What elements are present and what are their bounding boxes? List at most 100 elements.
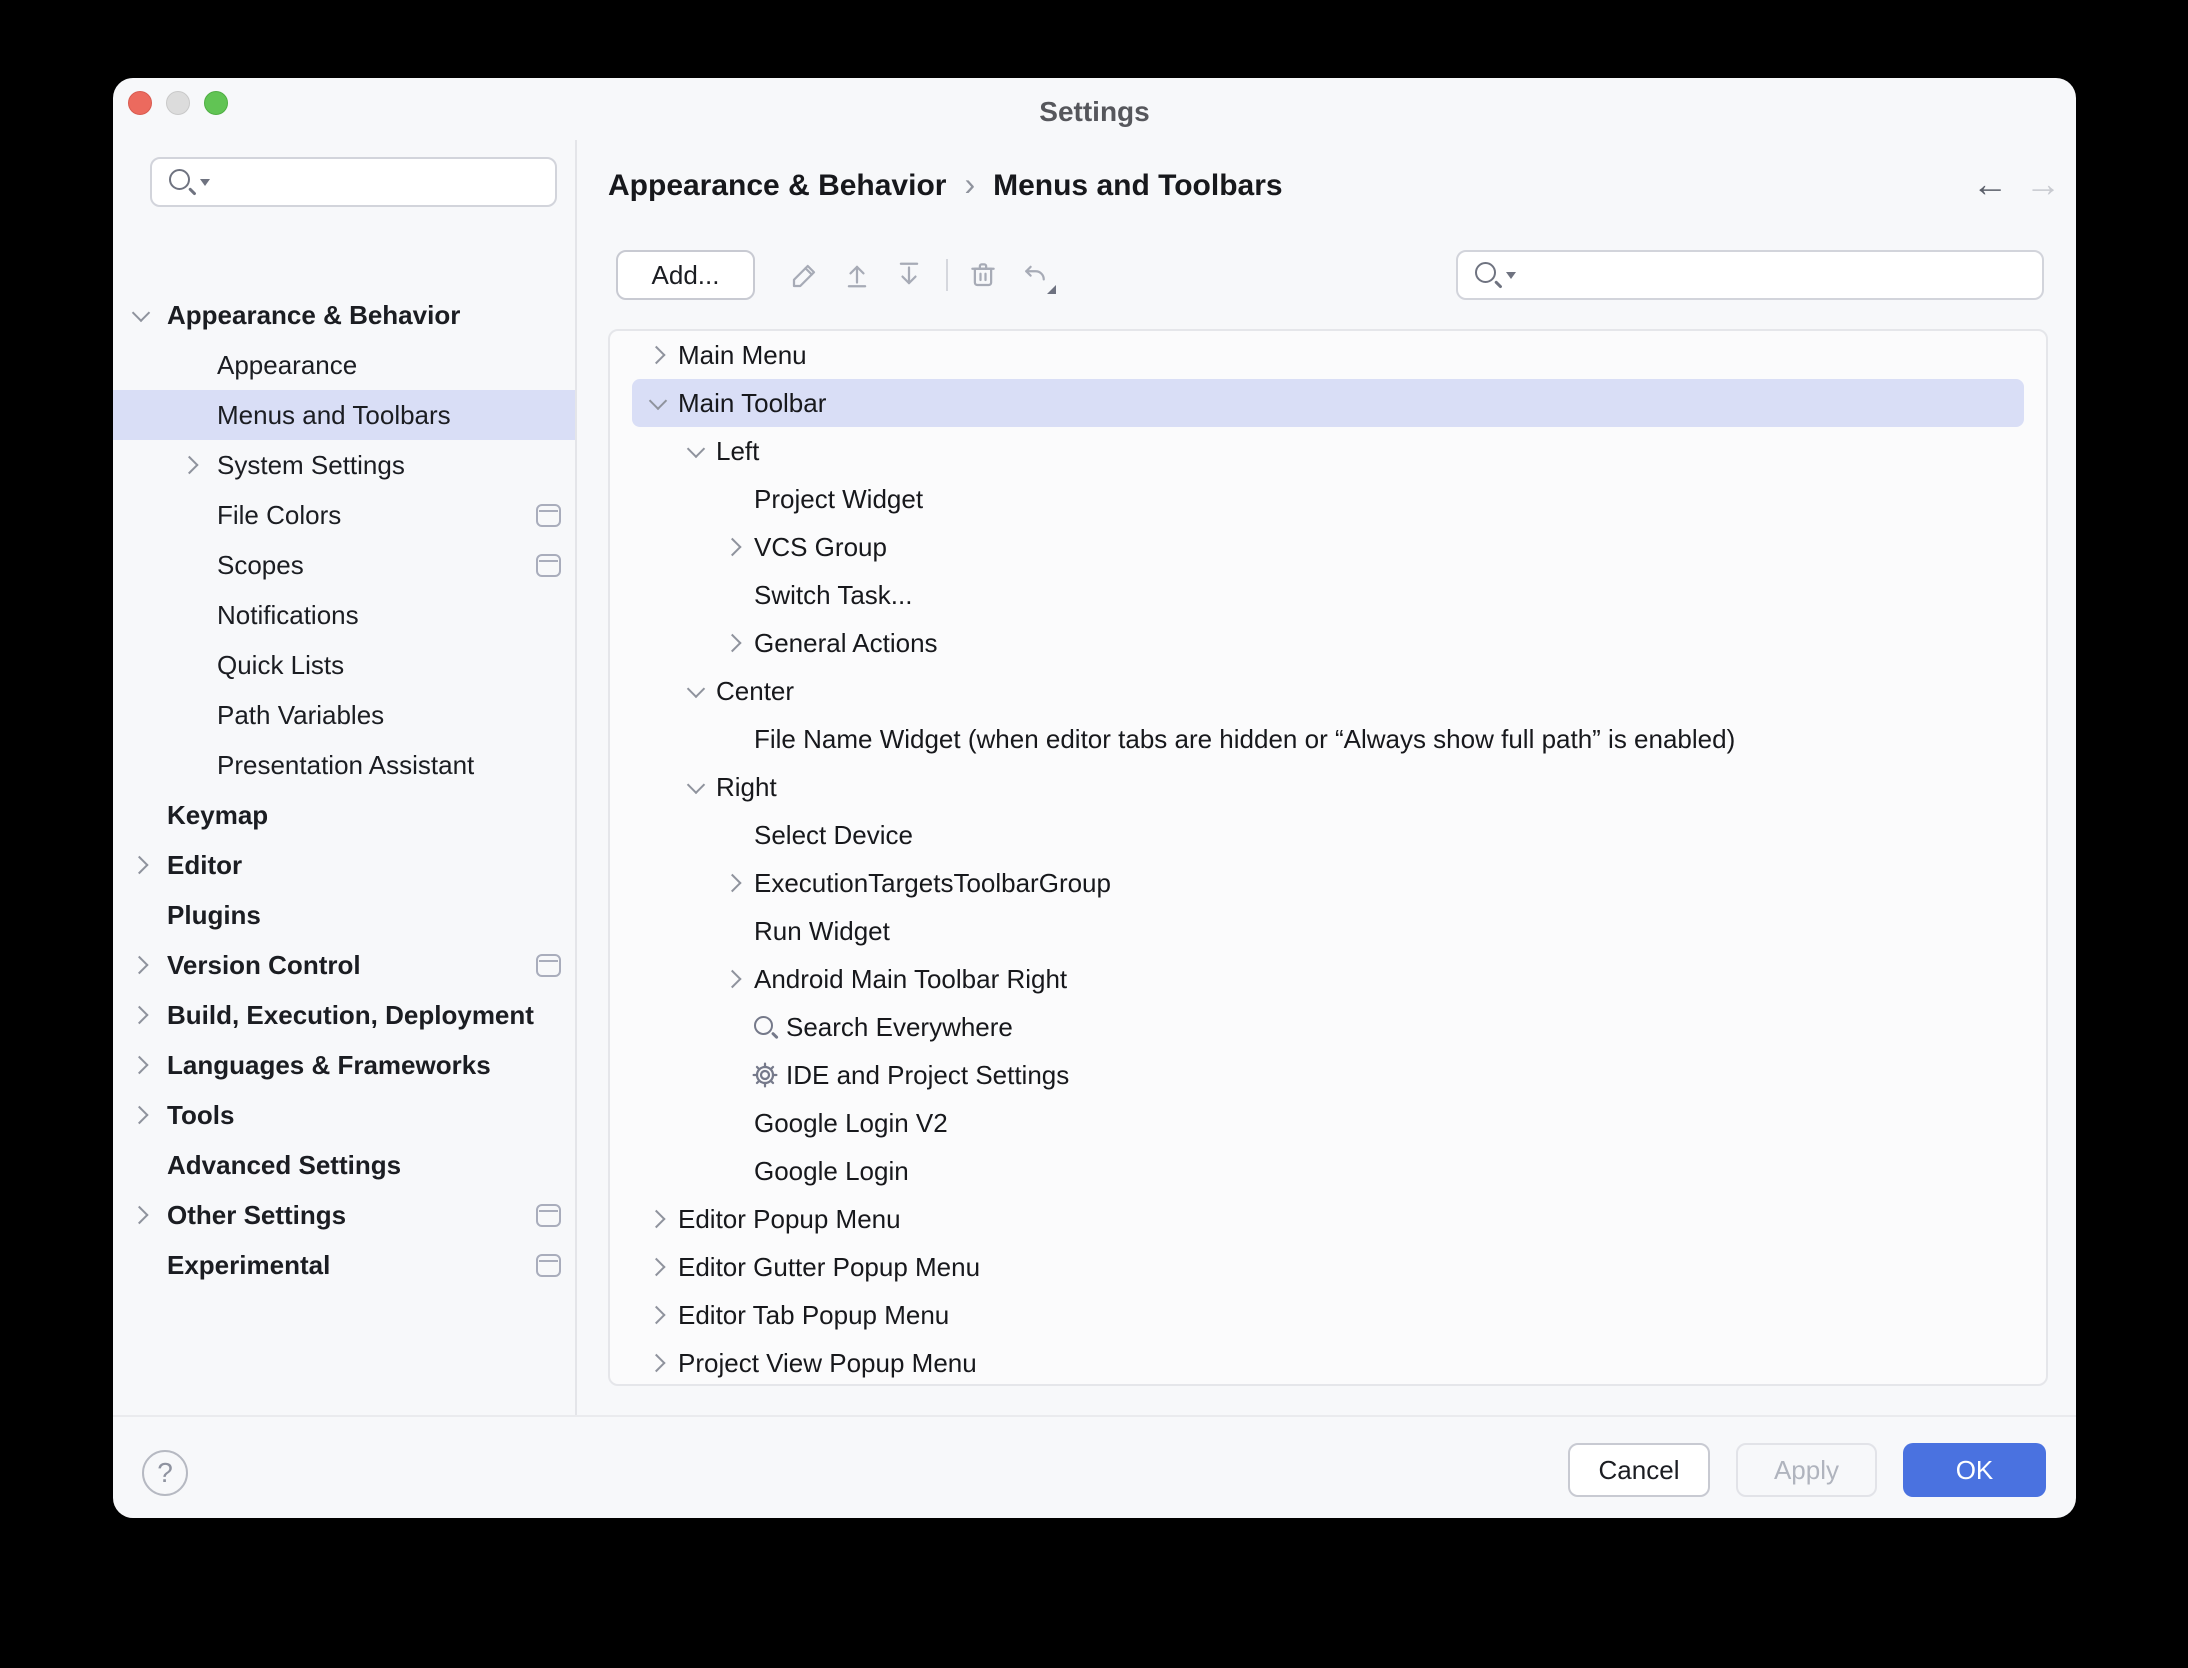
add-button[interactable]: Add... [616, 250, 755, 300]
help-button[interactable]: ? [142, 1450, 188, 1496]
tree-row-right[interactable]: Right [632, 763, 2024, 811]
apply-button[interactable]: Apply [1736, 1443, 1877, 1497]
edit-pencil-icon[interactable] [790, 260, 820, 290]
tree-row-label: Main Toolbar [678, 388, 826, 419]
sidebar-search-input[interactable] [210, 159, 565, 205]
search-options-triangle-icon[interactable] [1506, 272, 1516, 279]
tree-row-run-widget[interactable]: Run Widget [632, 907, 2024, 955]
sidebar-item-other-settings[interactable]: Other Settings [113, 1190, 575, 1240]
chevron-right-icon[interactable] [644, 1301, 672, 1329]
sidebar-item-quick-lists[interactable]: Quick Lists [113, 640, 575, 690]
search-options-triangle-icon[interactable] [200, 179, 210, 186]
sidebar-item-notifications[interactable]: Notifications [113, 590, 575, 640]
chevron-down-icon[interactable] [644, 389, 672, 417]
tree-row-google-login-v2[interactable]: Google Login V2 [632, 1099, 2024, 1147]
tree-row-label: Project Widget [754, 484, 923, 515]
sidebar-item-editor[interactable]: Editor [113, 840, 575, 890]
project-settings-icon [536, 954, 561, 977]
sidebar-item-languages-frameworks[interactable]: Languages & Frameworks [113, 1040, 575, 1090]
chevron-right-icon[interactable] [720, 533, 748, 561]
tree-row-android-main-toolbar-right[interactable]: Android Main Toolbar Right [632, 955, 2024, 1003]
move-down-icon[interactable] [894, 260, 924, 290]
sidebar-item-menus-and-toolbars[interactable]: Menus and Toolbars [113, 390, 575, 440]
sidebar-item-tools[interactable]: Tools [113, 1090, 575, 1140]
chevron-right-icon[interactable] [127, 1101, 155, 1129]
sidebar-item-keymap[interactable]: Keymap [113, 790, 575, 840]
tree-row-file-name-widget[interactable]: File Name Widget (when editor tabs are h… [632, 715, 2024, 763]
tree-row-project-widget[interactable]: Project Widget [632, 475, 2024, 523]
chevron-down-icon[interactable] [682, 437, 710, 465]
chevron-right-icon[interactable] [127, 1001, 155, 1029]
sidebar-item-label: Languages & Frameworks [167, 1050, 491, 1081]
sidebar-item-label: Presentation Assistant [217, 750, 474, 781]
back-arrow-icon[interactable]: ← [1968, 162, 2012, 206]
chevron-placeholder [177, 501, 205, 529]
chevron-right-icon[interactable] [177, 451, 205, 479]
sidebar-item-scopes[interactable]: Scopes [113, 540, 575, 590]
chevron-right-icon[interactable] [127, 851, 155, 879]
tree-row-vcs-group[interactable]: VCS Group [632, 523, 2024, 571]
sidebar-item-plugins[interactable]: Plugins [113, 890, 575, 940]
tree-row-main-menu[interactable]: Main Menu [632, 331, 2024, 379]
sidebar-item-path-variables[interactable]: Path Variables [113, 690, 575, 740]
sidebar-item-label: Editor [167, 850, 242, 881]
chevron-right-icon[interactable] [127, 1051, 155, 1079]
chevron-right-icon[interactable] [127, 951, 155, 979]
chevron-down-icon[interactable] [127, 301, 155, 329]
search-icon [750, 1012, 780, 1042]
sidebar-item-appearance[interactable]: Appearance [113, 340, 575, 390]
tree-search-field[interactable] [1456, 250, 2044, 300]
tree-row-ide-and-project-settings[interactable]: IDE and Project Settings [632, 1051, 2024, 1099]
breadcrumb-parent[interactable]: Appearance & Behavior [608, 169, 946, 203]
move-up-icon[interactable] [842, 260, 872, 290]
chevron-right-icon[interactable] [644, 341, 672, 369]
chevron-placeholder [177, 351, 205, 379]
sidebar-item-version-control[interactable]: Version Control [113, 940, 575, 990]
chevron-right-icon[interactable] [644, 1253, 672, 1281]
project-settings-icon [536, 554, 561, 577]
search-icon [166, 166, 198, 198]
chevron-down-icon[interactable] [682, 773, 710, 801]
chevron-right-icon[interactable] [720, 869, 748, 897]
tree-row-execution-targets-toolbar-group[interactable]: ExecutionTargetsToolbarGroup [632, 859, 2024, 907]
sidebar-item-appearance-behavior[interactable]: Appearance & Behavior [113, 290, 575, 340]
tree-row-main-toolbar[interactable]: Main Toolbar [632, 379, 2024, 427]
sidebar-item-label: Appearance & Behavior [167, 300, 460, 331]
cancel-button[interactable]: Cancel [1568, 1443, 1710, 1497]
sidebar-item-build-execution-deployment[interactable]: Build, Execution, Deployment [113, 990, 575, 1040]
tree-row-project-view-popup-menu[interactable]: Project View Popup Menu [632, 1339, 2024, 1386]
chevron-right-icon[interactable] [720, 965, 748, 993]
chevron-placeholder [177, 651, 205, 679]
chevron-right-icon[interactable] [644, 1205, 672, 1233]
tree-search-input[interactable] [1516, 252, 2042, 298]
chevron-right-icon[interactable] [127, 1201, 155, 1229]
tree-row-google-login[interactable]: Google Login [632, 1147, 2024, 1195]
tree-row-select-device[interactable]: Select Device [632, 811, 2024, 859]
chevron-right-icon[interactable] [720, 629, 748, 657]
revert-undo-icon[interactable] [1020, 260, 1050, 290]
sidebar-item-file-colors[interactable]: File Colors [113, 490, 575, 540]
sidebar-search-field[interactable] [150, 157, 557, 207]
forward-arrow-icon[interactable]: → [2021, 162, 2065, 206]
breadcrumb: Appearance & Behavior › Menus and Toolba… [608, 164, 1283, 208]
sidebar-item-label: Plugins [167, 900, 261, 931]
sidebar-divider [575, 140, 577, 1415]
tree-row-editor-popup-menu[interactable]: Editor Popup Menu [632, 1195, 2024, 1243]
tree-row-search-everywhere[interactable]: Search Everywhere [632, 1003, 2024, 1051]
chevron-right-icon[interactable] [644, 1349, 672, 1377]
tree-row-editor-gutter-popup-menu[interactable]: Editor Gutter Popup Menu [632, 1243, 2024, 1291]
sidebar-item-presentation-assistant[interactable]: Presentation Assistant [113, 740, 575, 790]
tree-row-switch-task[interactable]: Switch Task... [632, 571, 2024, 619]
tree-row-editor-tab-popup-menu[interactable]: Editor Tab Popup Menu [632, 1291, 2024, 1339]
sidebar-item-advanced-settings[interactable]: Advanced Settings [113, 1140, 575, 1190]
toolbar-divider [946, 259, 948, 291]
settings-window: Settings Appearance & Behavior Appearanc… [113, 78, 2076, 1518]
sidebar-item-system-settings[interactable]: System Settings [113, 440, 575, 490]
tree-row-general-actions[interactable]: General Actions [632, 619, 2024, 667]
chevron-down-icon[interactable] [682, 677, 710, 705]
delete-trash-icon[interactable] [968, 260, 998, 290]
tree-row-left[interactable]: Left [632, 427, 2024, 475]
sidebar-item-experimental[interactable]: Experimental [113, 1240, 575, 1290]
ok-button[interactable]: OK [1903, 1443, 2046, 1497]
tree-row-center[interactable]: Center [632, 667, 2024, 715]
